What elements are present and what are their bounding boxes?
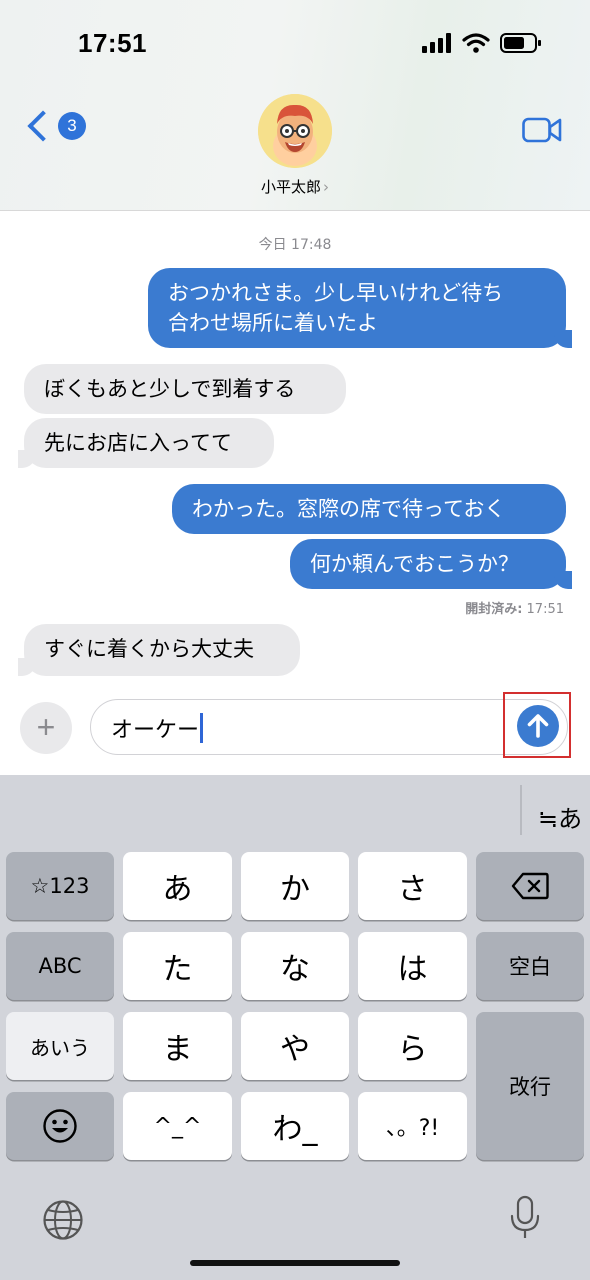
memoji-avatar-icon	[258, 94, 332, 168]
add-attachment-button[interactable]: +	[20, 702, 72, 754]
key-ha[interactable]: は	[358, 932, 467, 1000]
delete-key[interactable]	[476, 852, 584, 920]
globe-button[interactable]	[42, 1199, 84, 1245]
read-receipt: 開封済み: 17:51	[465, 598, 564, 617]
emoji-icon	[43, 1109, 77, 1143]
input-mode-toggle[interactable]: ≒あ	[538, 799, 582, 834]
emoji-key[interactable]	[6, 1092, 114, 1160]
back-button[interactable]: 3	[24, 110, 86, 142]
message-text: ぼくもあと少しで到着する	[44, 377, 296, 401]
text-caret	[200, 713, 204, 743]
key-numbers[interactable]: ☆123	[6, 852, 114, 920]
incoming-message[interactable]: ぼくもあと少しで到着する	[24, 364, 346, 414]
delete-icon	[511, 872, 549, 900]
message-text-line: おつかれさま。少し早いけれど待ち	[168, 281, 504, 305]
key-ma[interactable]: ま	[123, 1012, 232, 1080]
contact-name[interactable]: 小平太郎 ›	[0, 176, 590, 197]
send-button[interactable]	[517, 705, 559, 747]
key-sa[interactable]: さ	[358, 852, 467, 920]
key-return[interactable]: 改行	[476, 1012, 584, 1160]
home-indicator	[190, 1260, 400, 1266]
message-input[interactable]: オーケー	[90, 699, 568, 755]
message-text: わかった。窓際の席で待っておく	[192, 497, 506, 521]
globe-icon	[43, 1200, 83, 1240]
contact-avatar[interactable]	[258, 94, 332, 168]
key-space[interactable]: 空白	[476, 932, 584, 1000]
battery-icon	[500, 33, 541, 53]
key-ka[interactable]: か	[241, 852, 349, 920]
cellular-signal-icon	[422, 33, 451, 53]
key-ta[interactable]: た	[123, 932, 232, 1000]
status-icons	[422, 32, 542, 54]
microphone-icon	[510, 1195, 540, 1238]
key-wa[interactable]: わ_	[241, 1092, 349, 1160]
video-call-button[interactable]	[522, 116, 562, 148]
key-a[interactable]: あ	[123, 852, 232, 920]
outgoing-message[interactable]: おつかれさま。少し早いけれど待ち 合わせ場所に着いたよ	[148, 268, 572, 348]
contact-name-label: 小平太郎	[260, 178, 321, 196]
key-abc[interactable]: ABC	[6, 932, 114, 1000]
read-receipt-time: 17:51	[526, 602, 564, 617]
outgoing-message[interactable]: わかった。窓際の席で待っておく	[172, 484, 566, 534]
key-na[interactable]: な	[241, 932, 349, 1000]
key-ra[interactable]: ら	[358, 1012, 467, 1080]
incoming-message[interactable]: 先にお店に入ってて	[18, 418, 274, 468]
key-ya[interactable]: や	[241, 1012, 349, 1080]
japanese-keyboard: ≒あ ☆123 あ か さ ABC た な は 空白 あいう ま や ら 改行 …	[0, 775, 590, 1280]
chevron-left-icon	[27, 110, 59, 142]
incoming-message[interactable]: すぐに着くから大丈夫	[18, 624, 300, 676]
arrow-up-icon	[527, 714, 549, 738]
message-text-line: 合わせ場所に着いたよ	[168, 311, 378, 335]
wifi-icon	[462, 33, 490, 53]
thread-timestamp: 今日 17:48	[258, 237, 332, 253]
key-punctuation[interactable]: 、。?!	[358, 1092, 467, 1160]
unread-count-badge: 3	[58, 112, 86, 140]
outgoing-message[interactable]: 何か頼んでおこうか？	[290, 539, 572, 589]
key-hiragana-mode[interactable]: あいう	[6, 1012, 114, 1080]
message-text: 先にお店に入ってて	[44, 431, 232, 455]
read-receipt-label: 開封済み:	[465, 602, 523, 617]
keyboard-divider	[520, 785, 522, 835]
key-kaomoji[interactable]: ^_^	[123, 1092, 232, 1160]
video-camera-icon	[522, 117, 562, 143]
status-time: 17:51	[78, 28, 147, 58]
message-text: 何か頼んでおこうか？	[310, 552, 519, 576]
chevron-right-icon: ›	[323, 178, 329, 196]
message-text: すぐに着くから大丈夫	[44, 637, 254, 661]
conversation-header: 17:51 3 小平太郎 ›	[0, 0, 590, 211]
message-input-value: オーケー	[111, 718, 200, 743]
dictation-button[interactable]	[508, 1195, 542, 1245]
